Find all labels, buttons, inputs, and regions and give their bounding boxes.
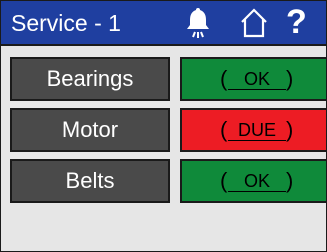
list-item: Belts ( OK ) xyxy=(10,159,326,203)
paren-close: ) xyxy=(286,168,294,193)
item-label-belts[interactable]: Belts xyxy=(10,159,170,203)
list-item: Motor ( DUE ) xyxy=(10,108,326,152)
status-text: OK xyxy=(228,171,286,192)
paren-open: ( xyxy=(220,66,228,91)
status-badge-motor[interactable]: ( DUE ) xyxy=(180,108,326,152)
bell-icon[interactable] xyxy=(185,7,215,39)
item-label-bearings[interactable]: Bearings xyxy=(10,57,170,101)
paren-open: ( xyxy=(220,168,228,193)
home-icon[interactable] xyxy=(239,7,269,39)
status-badge-belts[interactable]: ( OK ) xyxy=(180,159,326,203)
status-text: DUE xyxy=(228,120,286,141)
status-text: OK xyxy=(228,69,286,90)
header-bar: Service - 1 ? xyxy=(1,1,326,46)
page-title: Service - 1 xyxy=(11,10,121,36)
help-icon[interactable]: ? xyxy=(286,3,307,41)
item-label-motor[interactable]: Motor xyxy=(10,108,170,152)
paren-close: ) xyxy=(286,117,294,142)
status-badge-bearings[interactable]: ( OK ) xyxy=(180,57,326,101)
paren-open: ( xyxy=(220,117,228,142)
paren-close: ) xyxy=(286,66,294,91)
service-screen: Service - 1 ? Bearings ( OK ) Motor ( DU… xyxy=(0,0,327,252)
list-item: Bearings ( OK ) xyxy=(10,57,326,101)
